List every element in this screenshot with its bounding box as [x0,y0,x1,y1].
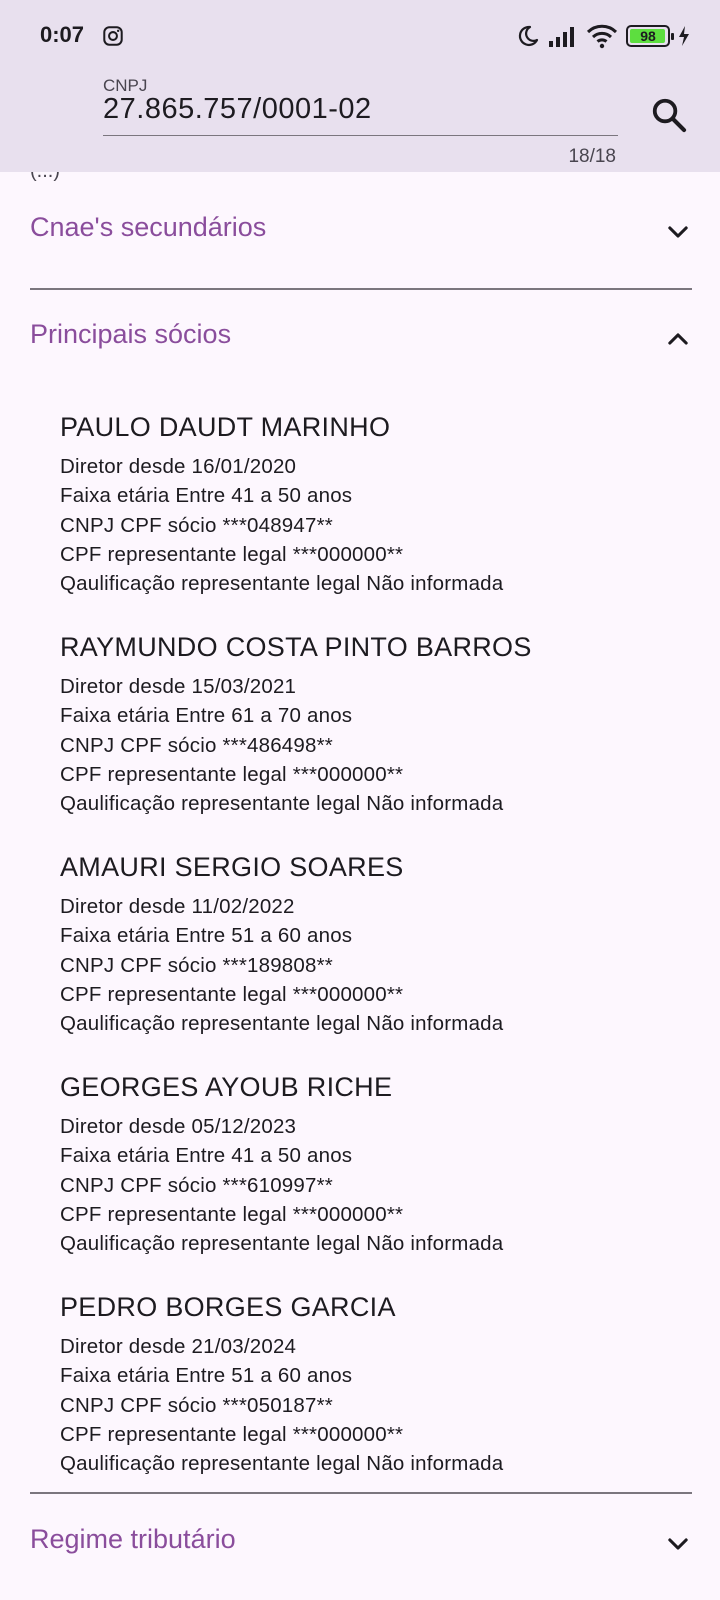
section-regime-tributario[interactable]: Regime tributário [30,1510,692,1570]
status-bar: 0:07 98 [0,0,720,72]
battery-icon: 98 [626,25,674,47]
section-title-principais-socios: Principais sócios [30,319,232,349]
partner-item: PAULO DAUDT MARINHO Diretor desde 16/01/… [60,410,680,598]
partner-name: PEDRO BORGES GARCIA [60,1292,396,1322]
partner-since: Diretor desde 16/01/2020 [60,455,297,478]
partner-cpf: CNPJ CPF sócio ***189808** [60,953,333,977]
partner-rep-cpf: CPF representante legal ***000000** [60,1422,404,1446]
partner-cpf: CNPJ CPF sócio ***486498** [60,733,333,757]
partner-cpf: CNPJ CPF sócio ***610997** [60,1173,333,1197]
partner-rep-qualification: Qaulificação representante legal Não inf… [60,1452,504,1476]
section-principais-socios[interactable]: Principais sócios [30,305,692,365]
section-cnae-secundarios[interactable]: Cnae's secundários [30,198,692,258]
clipped-text: (...) [30,172,60,183]
partner-rep-qualification: Qaulificação representante legal Não inf… [60,792,504,816]
partner-cpf: CNPJ CPF sócio ***048947** [60,513,333,537]
section-divider [30,288,692,290]
partner-item: RAYMUNDO COSTA PINTO BARROS Diretor desd… [60,630,680,818]
partner-name: GEORGES AYOUB RICHE [60,1072,393,1102]
status-time: 0:07 [40,22,85,47]
cnpj-input-value[interactable]: 27.865.757/0001-02 [103,93,372,126]
battery-percent: 98 [640,28,656,44]
status-icons: 98 [516,22,690,50]
search-icon[interactable] [650,96,688,134]
partner-rep-cpf: CPF representante legal ***000000** [60,542,404,566]
partner-since: Diretor desde 15/03/2021 [60,675,297,698]
partner-name: AMAURI SERGIO SOARES [60,852,404,882]
partner-since: Diretor desde 05/12/2023 [60,1115,297,1138]
partner-age-range: Faixa etária Entre 51 a 60 anos [60,924,353,948]
section-title-cnae-secundarios: Cnae's secundários [30,212,267,242]
cnpj-search-field[interactable]: CNPJ 27.865.757/0001-02 [103,76,618,136]
partner-since: Diretor desde 11/02/2022 [60,895,295,918]
partner-item: GEORGES AYOUB RICHE Diretor desde 05/12/… [60,1070,680,1258]
app-header: 0:07 98 CNPJ 27.865.757/0001-02 18/18 [0,0,720,172]
chevron-up-icon[interactable] [664,325,692,353]
section-title-regime-tributario: Regime tributário [30,1524,236,1554]
partner-rep-qualification: Qaulificação representante legal Não inf… [60,1012,504,1036]
partner-rep-qualification: Qaulificação representante legal Não inf… [60,1232,504,1256]
company-details-scroll[interactable]: (...) Cnae's secundários Principais sóci… [0,172,720,1600]
partner-age-range: Faixa etária Entre 51 a 60 anos [60,1364,353,1388]
section-divider [30,1492,692,1494]
partner-age-range: Faixa etária Entre 41 a 50 anos [60,484,353,508]
character-counter: 18/18 [568,146,616,167]
partner-age-range: Faixa etária Entre 41 a 50 anos [60,1144,353,1168]
partner-item: PEDRO BORGES GARCIA Diretor desde 21/03/… [60,1290,680,1478]
partner-rep-cpf: CPF representante legal ***000000** [60,1202,404,1226]
instagram-icon [103,26,123,46]
chevron-down-icon[interactable] [664,218,692,246]
moon-icon [518,25,539,47]
partner-rep-qualification: Qaulificação representante legal Não inf… [60,572,504,596]
partner-cpf: CNPJ CPF sócio ***050187** [60,1393,333,1417]
wifi-icon [586,24,618,49]
partner-age-range: Faixa etária Entre 61 a 70 anos [60,704,353,728]
signal-icon [549,27,574,47]
partner-name: RAYMUNDO COSTA PINTO BARROS [60,632,532,662]
partner-item: AMAURI SERGIO SOARES Diretor desde 11/02… [60,850,680,1038]
partner-name: PAULO DAUDT MARINHO [60,412,391,442]
partner-since: Diretor desde 21/03/2024 [60,1335,297,1358]
partner-rep-cpf: CPF representante legal ***000000** [60,762,404,786]
partner-rep-cpf: CPF representante legal ***000000** [60,982,404,1006]
charging-icon [679,26,689,46]
chevron-down-icon[interactable] [664,1530,692,1558]
